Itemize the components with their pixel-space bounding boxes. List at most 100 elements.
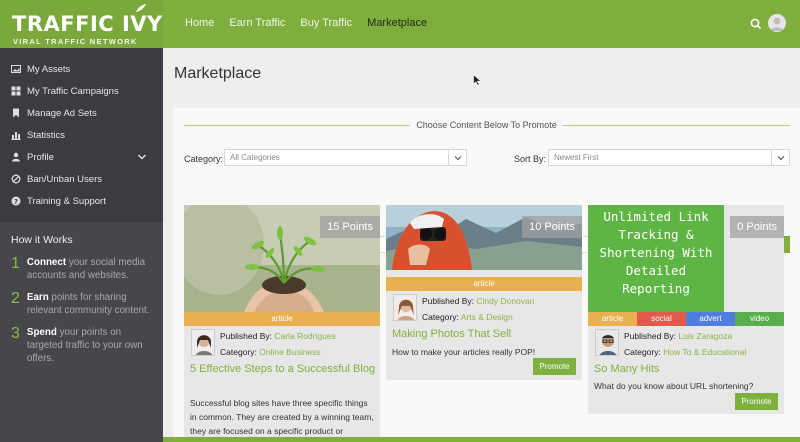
tag-article: article [588,312,637,326]
bar-chart-icon [11,130,21,140]
author-avatar [595,329,619,356]
sidebar-item-my-assets[interactable]: My Assets [0,58,163,80]
mouse-cursor-icon [473,74,482,86]
step-text: Earn points for sharing relevant communi… [26,292,150,316]
chevron-down-icon [771,150,789,165]
tag-video: video [735,312,784,326]
content-type-tag: article [184,312,380,326]
sidebar-item-label: Training & Support [27,195,106,207]
category-link[interactable]: Arts & Design [461,312,513,322]
svg-text:?: ? [14,198,18,206]
grid-icon [11,86,21,96]
card-description: How to make your articles really POP! [392,347,536,357]
author-avatar [393,294,417,321]
main-content: Marketplace Choose Content Below To Prom… [163,48,800,442]
nav-earn-traffic[interactable]: Earn Traffic [229,17,285,29]
user-icon [11,152,21,162]
nav-buy-traffic[interactable]: Buy Traffic [300,17,352,29]
card-description: What do you know about URL shortening? [594,381,754,391]
category-link[interactable]: How To & Educational [663,347,746,357]
image-icon [11,64,21,74]
top-bar: TRAFFIC IVY VIRAL TRAFFIC NETWORK Home E… [0,0,800,48]
sidebar-item-label: My Traffic Campaigns [27,85,119,97]
how-step-1: 1 Connect your social media accounts and… [11,256,152,282]
tag-social: social [637,312,686,326]
author-name[interactable]: Cindy Donovan [476,296,534,306]
sort-label: Sort By: [514,154,547,164]
nav-marketplace[interactable]: Marketplace [367,17,427,29]
sidebar-item-label: Ban/Unban Users [27,173,102,185]
published-by: Published By: Luis Zaragoza [624,331,733,341]
author-photo [192,330,214,355]
content-type-tags: article social advert video [588,312,784,326]
content-type-tag: article [386,277,582,291]
sidebar-item-profile[interactable]: Profile [0,146,163,168]
category-link[interactable]: Online Business [259,347,320,357]
author-name[interactable]: Carla Rodrigues [274,331,335,341]
leaf-icon [136,4,146,12]
chevron-down-icon[interactable] [137,152,147,162]
sidebar-item-label: Manage Ad Sets [27,107,97,119]
main-nav: Home Earn Traffic Buy Traffic Marketplac… [185,17,427,29]
choose-content-heading: Choose Content Below To Promote [173,120,800,130]
search-icon[interactable] [749,17,763,31]
content-card[interactable]: Unlimited Link Tracking & Shortening Wit… [588,205,784,414]
sidebar-item-manage-ad-sets[interactable]: Manage Ad Sets [0,102,163,124]
sidebar-item-label: Profile [27,151,54,163]
sidebar-item-my-traffic-campaigns[interactable]: My Traffic Campaigns [0,80,163,102]
bookmark-icon [11,108,21,118]
nav-home[interactable]: Home [185,17,214,29]
how-it-works: How it Works 1 Connect your social media… [0,222,163,442]
sidebar-item-label: My Assets [27,63,71,75]
sidebar-item-training-support[interactable]: ? Training & Support [0,190,163,212]
tag-advert: advert [686,312,735,326]
card-title[interactable]: Making Photos That Sell [392,327,578,341]
logo-text: TRAFFIC IVY [12,12,163,36]
card-title[interactable]: So Many Hits [594,362,780,376]
sidebar-item-statistics[interactable]: Statistics [0,124,163,146]
category-label: Category: [184,154,224,164]
promote-button[interactable]: Promote [735,393,778,410]
points-badge: 15 Points [320,216,380,238]
card-image-promo-text: Unlimited Link Tracking & Shortening Wit… [588,205,724,312]
category-select[interactable]: All Categories [224,149,467,166]
points-badge: 10 Points [522,216,582,238]
sidebar-menu: My Assets My Traffic Campaigns Manage Ad… [0,58,163,212]
author-name[interactable]: Luis Zaragoza [678,331,732,341]
sidebar-item-ban-unban-users[interactable]: Ban/Unban Users [0,168,163,190]
card-category: Category: How To & Educational [624,347,747,357]
card-title[interactable]: 5 Effective Steps to a Successful Blog [190,362,376,376]
published-by: Published By: Cindy Donovan [422,296,535,306]
how-step-2: 2 Earn points for sharing relevant commu… [11,291,152,317]
content-card[interactable]: 10 Points article Published By: Cindy Do… [386,205,582,380]
logo[interactable]: TRAFFIC IVY VIRAL TRAFFIC NETWORK [0,0,163,48]
sidebar: My Assets My Traffic Campaigns Manage Ad… [0,48,163,442]
card-category: Category: Arts & Design [422,312,513,322]
chevron-down-icon [448,150,466,165]
user-silhouette-icon [770,17,784,31]
card-description: Successful blog sites have three specifi… [190,398,374,436]
card-category: Category: Online Business [220,347,321,357]
sort-select[interactable]: Newest First [548,149,790,166]
sort-select-value: Newest First [554,153,599,162]
question-icon: ? [11,196,21,206]
author-photo [394,295,416,320]
promote-button[interactable]: Promote [533,358,576,375]
step-number: 2 [11,290,20,307]
logo-tagline: VIRAL TRAFFIC NETWORK [13,37,138,46]
author-avatar [191,329,215,356]
bottom-bar [163,437,800,442]
sidebar-item-label: Statistics [27,129,66,141]
author-photo [596,330,618,355]
step-text: Connect your social media accounts and w… [26,257,146,281]
how-it-works-title: How it Works [11,234,73,246]
page-title: Marketplace [174,65,262,82]
step-number: 3 [11,325,20,342]
ban-icon [11,174,21,184]
published-by: Published By: Carla Rodrigues [220,331,336,341]
how-step-3: 3 Spend your points on targeted traffic … [11,326,152,365]
step-number: 1 [11,255,20,272]
step-text: Spend your points on targeted traffic to… [26,327,143,364]
user-avatar[interactable] [768,14,786,32]
content-card[interactable]: 15 Points article Published By: Carla Ro… [184,205,380,442]
